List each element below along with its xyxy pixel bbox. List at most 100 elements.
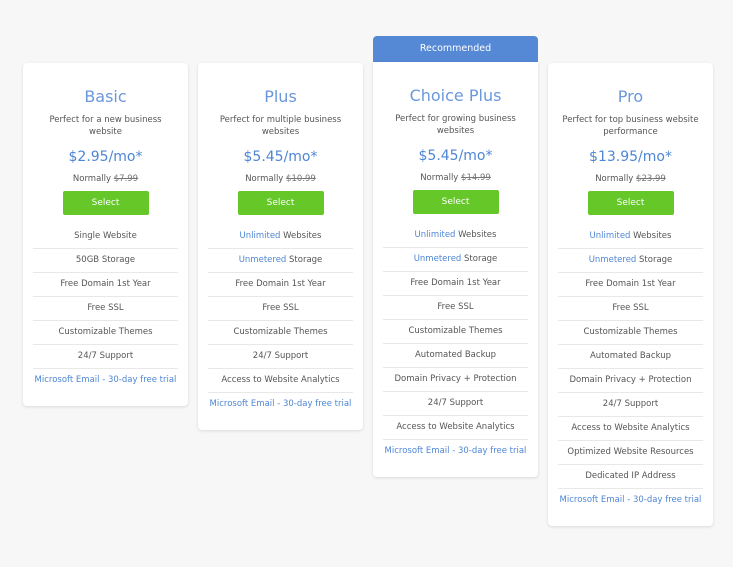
feature-item: 24/7 Support xyxy=(558,393,703,417)
feature-item: Unlimited Websites xyxy=(208,225,353,249)
feature-item: Customizable Themes xyxy=(558,321,703,345)
feature-highlight: Unmetered xyxy=(588,255,637,265)
feature-item: Free Domain 1st Year xyxy=(208,273,353,297)
feature-text: Access to Website Analytics xyxy=(571,423,690,433)
feature-text: 50GB Storage xyxy=(75,255,136,265)
feature-item: 24/7 Support xyxy=(383,392,528,416)
feature-text: Automated Backup xyxy=(589,351,672,361)
feature-item: Free Domain 1st Year xyxy=(33,273,178,297)
feature-item: 24/7 Support xyxy=(208,345,353,369)
feature-text: Domain Privacy + Protection xyxy=(394,374,517,384)
feature-list: Unlimited Websites Unmetered Storage Free … xyxy=(383,224,528,463)
feature-item: Access to Website Analytics xyxy=(383,416,528,440)
feature-text: Storage xyxy=(636,255,673,265)
normally-label: Normally xyxy=(595,174,634,184)
feature-text: Storage xyxy=(286,255,323,265)
feature-item: Automated Backup xyxy=(558,345,703,369)
plan-card-basic: Basic Perfect for a new business website $… xyxy=(23,63,188,406)
recommended-banner: Recommended xyxy=(373,36,538,62)
feature-item: Unlimited Websites xyxy=(383,224,528,248)
feature-text: Customizable Themes xyxy=(408,326,503,336)
feature-item: Free SSL xyxy=(558,297,703,321)
feature-text: Dedicated IP Address xyxy=(585,471,676,481)
feature-text: Automated Backup xyxy=(414,350,497,360)
feature-text: Websites xyxy=(280,231,322,241)
feature-item: 50GB Storage xyxy=(33,249,178,273)
feature-text: Customizable Themes xyxy=(58,327,153,337)
feature-highlight: Unlimited xyxy=(414,230,456,240)
feature-text: Free Domain 1st Year xyxy=(60,279,151,289)
feature-text: 24/7 Support xyxy=(252,351,309,361)
normal-price: $23.99 xyxy=(636,174,666,184)
feature-item: Unmetered Storage xyxy=(383,248,528,272)
plan-description: Perfect for multiple business websites xyxy=(219,115,342,137)
plan-price: $5.45/mo* xyxy=(243,149,318,165)
normal-price-line: Normally $14.99 xyxy=(373,172,538,184)
feature-item: Optimized Website Resources xyxy=(558,441,703,465)
microsoft-email-trial-link[interactable]: Microsoft Email - 30-day free trial xyxy=(383,440,528,463)
feature-item: Dedicated IP Address xyxy=(558,465,703,489)
feature-item: Domain Privacy + Protection xyxy=(383,368,528,392)
feature-item: Automated Backup xyxy=(383,344,528,368)
feature-item: Access to Website Analytics xyxy=(208,369,353,393)
feature-highlight: Unmetered xyxy=(238,255,287,265)
feature-text: Free SSL xyxy=(612,303,649,313)
select-button-plus[interactable]: Select xyxy=(237,191,324,215)
feature-text: Free Domain 1st Year xyxy=(410,278,501,288)
feature-item: Customizable Themes xyxy=(208,321,353,345)
select-button-basic[interactable]: Select xyxy=(62,191,149,215)
feature-item: Customizable Themes xyxy=(33,321,178,345)
feature-text: Domain Privacy + Protection xyxy=(569,375,692,385)
feature-text: Free Domain 1st Year xyxy=(235,279,326,289)
feature-list: Unlimited Websites Unmetered Storage Free … xyxy=(558,225,703,512)
plan-description: Perfect for top business website perform… xyxy=(562,115,699,137)
feature-item: Domain Privacy + Protection xyxy=(558,369,703,393)
feature-text: Websites xyxy=(455,230,497,240)
feature-text: 24/7 Support xyxy=(427,398,484,408)
feature-item: Single Website xyxy=(33,225,178,249)
feature-item: Free Domain 1st Year xyxy=(558,273,703,297)
feature-item: Access to Website Analytics xyxy=(558,417,703,441)
feature-text: Customizable Themes xyxy=(233,327,328,337)
feature-item: Free SSL xyxy=(33,297,178,321)
microsoft-email-trial-link[interactable]: Microsoft Email - 30-day free trial xyxy=(33,369,178,392)
feature-highlight: Unmetered xyxy=(413,254,462,264)
plan-name: Plus xyxy=(264,87,297,106)
feature-text: Free SSL xyxy=(262,303,299,313)
feature-item: Unmetered Storage xyxy=(208,249,353,273)
normal-price-line: Normally $23.99 xyxy=(548,173,713,185)
feature-text: Free SSL xyxy=(87,303,124,313)
feature-text: Optimized Website Resources xyxy=(567,447,694,457)
feature-text: 24/7 Support xyxy=(77,351,134,361)
plan-price: $2.95/mo* xyxy=(68,149,143,165)
normally-label: Normally xyxy=(420,173,459,183)
feature-item: Free SSL xyxy=(383,296,528,320)
normal-price: $10.99 xyxy=(286,174,316,184)
plan-name: Choice Plus xyxy=(409,86,502,105)
normal-price: $7.99 xyxy=(113,174,139,184)
microsoft-email-trial-link[interactable]: Microsoft Email - 30-day free trial xyxy=(208,393,353,416)
plan-name: Pro xyxy=(617,87,644,106)
feature-item: Customizable Themes xyxy=(383,320,528,344)
feature-text: Free SSL xyxy=(437,302,474,312)
feature-item: Free SSL xyxy=(208,297,353,321)
select-button-pro[interactable]: Select xyxy=(587,191,674,215)
plan-description: Perfect for a new business website xyxy=(49,115,162,137)
feature-text: 24/7 Support xyxy=(602,399,659,409)
feature-item: Free Domain 1st Year xyxy=(383,272,528,296)
plan-price: $5.45/mo* xyxy=(418,148,493,164)
plan-name: Basic xyxy=(84,87,127,106)
select-button-choice-plus[interactable]: Select xyxy=(412,190,499,214)
microsoft-email-trial-link[interactable]: Microsoft Email - 30-day free trial xyxy=(558,489,703,512)
feature-item: Unmetered Storage xyxy=(558,249,703,273)
normally-label: Normally xyxy=(72,174,112,184)
feature-text: Storage xyxy=(461,254,498,264)
feature-list: Unlimited Websites Unmetered Storage Free … xyxy=(208,225,353,416)
plan-card-pro: Pro Perfect for top business website perf… xyxy=(548,63,713,526)
normal-price: $14.99 xyxy=(461,173,491,183)
feature-highlight: Unlimited xyxy=(589,231,631,241)
feature-text: Customizable Themes xyxy=(583,327,678,337)
feature-text: Websites xyxy=(630,231,672,241)
plan-card-plus: Plus Perfect for multiple business websit… xyxy=(198,63,363,430)
plan-card-choice-plus: Choice Plus Perfect for growing business … xyxy=(373,62,538,477)
